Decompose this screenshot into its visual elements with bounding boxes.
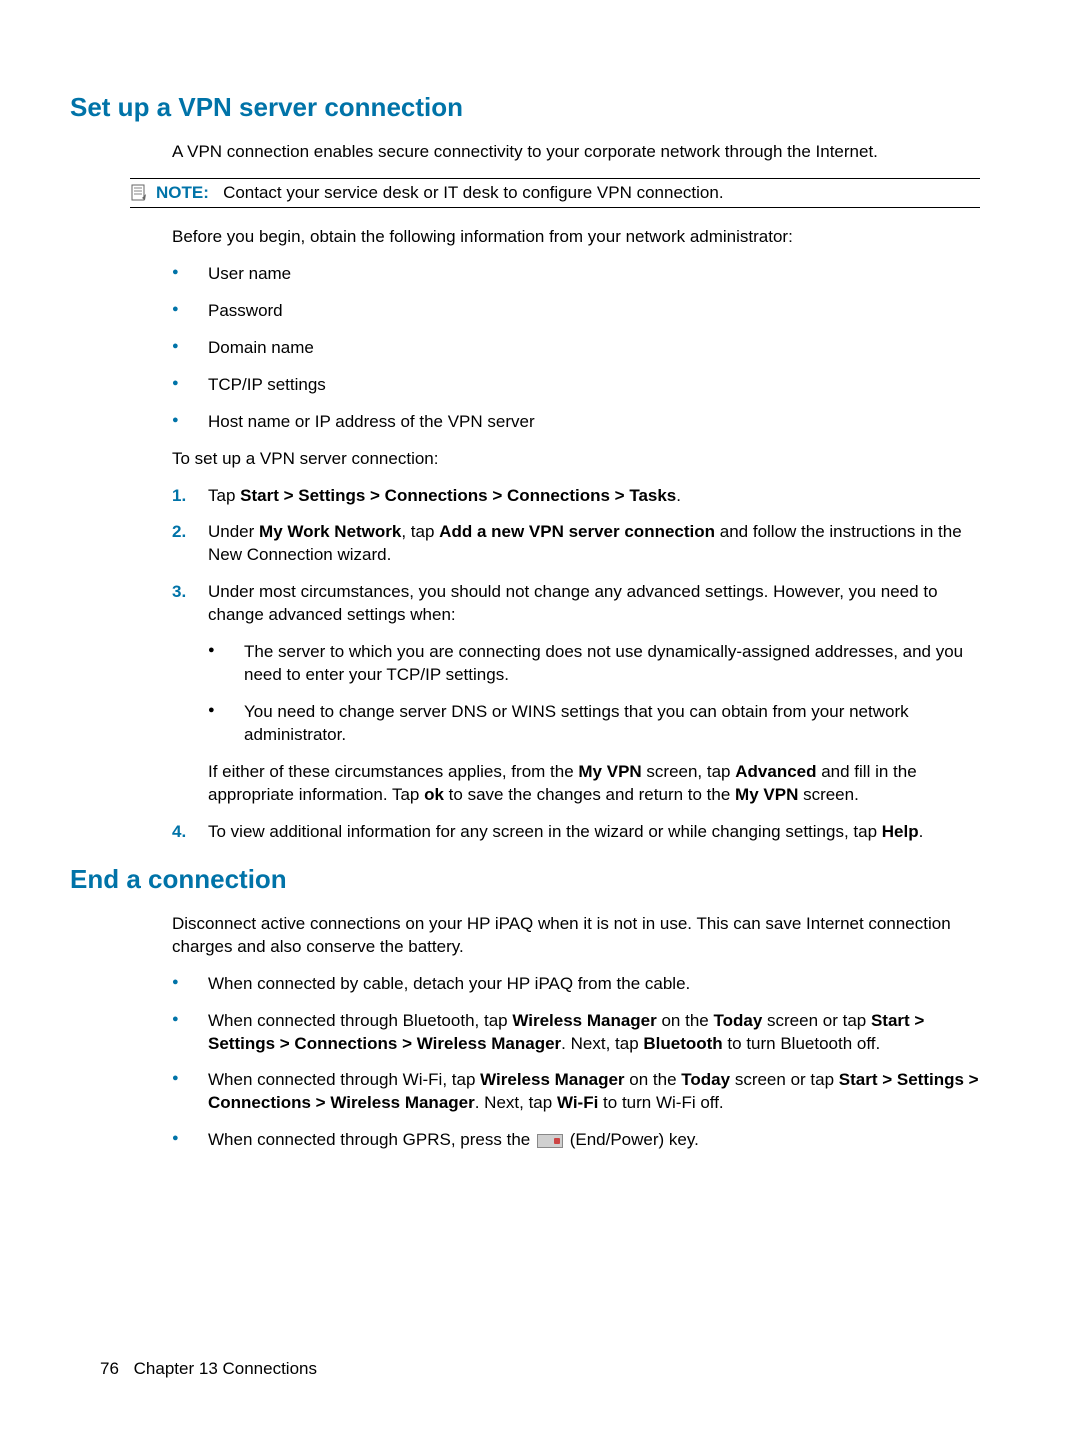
text: on the <box>657 1011 714 1030</box>
list-item: Password <box>172 300 980 323</box>
end-intro-text: Disconnect active connections on your HP… <box>172 913 980 959</box>
to-setup-text: To set up a VPN server connection: <box>172 448 980 471</box>
sub-list: The server to which you are connecting d… <box>208 641 980 747</box>
info-list: User name Password Domain name TCP/IP se… <box>172 263 980 434</box>
bold-text: Wi-Fi <box>557 1093 598 1112</box>
step-1: Tap Start > Settings > Connections > Con… <box>172 485 980 508</box>
bold-text: Today <box>681 1070 730 1089</box>
text: Under most circumstances, you should not… <box>208 582 938 624</box>
heading-vpn-setup: Set up a VPN server connection <box>70 92 980 123</box>
bold-text: Bluetooth <box>643 1034 722 1053</box>
bold-text: Help <box>882 822 919 841</box>
note-icon <box>130 184 148 202</box>
heading-end-connection: End a connection <box>70 864 980 895</box>
list-item: When connected through Wi-Fi, tap Wirele… <box>172 1069 980 1115</box>
bold-text: Today <box>713 1011 762 1030</box>
step-4: To view additional information for any s… <box>172 821 980 844</box>
text: When connected through Bluetooth, tap <box>208 1011 512 1030</box>
note-label: NOTE: <box>156 183 209 202</box>
bold-text: Advanced <box>735 762 816 781</box>
text: . <box>919 822 924 841</box>
bold-text: My VPN <box>578 762 641 781</box>
page-number: 76 <box>100 1359 119 1378</box>
text: screen or tap <box>762 1011 871 1030</box>
text: To view additional information for any s… <box>208 822 882 841</box>
text: screen. <box>798 785 858 804</box>
text: When connected through GPRS, press the <box>208 1130 535 1149</box>
steps-list: Tap Start > Settings > Connections > Con… <box>172 485 980 844</box>
text: (End/Power) key. <box>565 1130 699 1149</box>
list-item: Host name or IP address of the VPN serve… <box>172 411 980 434</box>
note-box: NOTE: Contact your service desk or IT de… <box>130 178 980 208</box>
step-3: Under most circumstances, you should not… <box>172 581 980 807</box>
text: screen, tap <box>642 762 736 781</box>
list-item: Domain name <box>172 337 980 360</box>
list-item: When connected through GPRS, press the (… <box>172 1129 980 1152</box>
list-item: TCP/IP settings <box>172 374 980 397</box>
step-2: Under My Work Network, tap Add a new VPN… <box>172 521 980 567</box>
text: . Next, tap <box>475 1093 557 1112</box>
text: screen or tap <box>730 1070 839 1089</box>
bold-text: Add a new VPN server connection <box>439 522 715 541</box>
end-power-key-icon <box>537 1134 563 1148</box>
text: . Next, tap <box>561 1034 643 1053</box>
bold-text: My Work Network <box>259 522 401 541</box>
text: When connected through Wi-Fi, tap <box>208 1070 480 1089</box>
page-footer: 76 Chapter 13 Connections <box>100 1359 317 1379</box>
note-body: Contact your service desk or IT desk to … <box>223 183 724 202</box>
text: Under <box>208 522 259 541</box>
vpn-intro-text: A VPN connection enables secure connecti… <box>172 141 980 164</box>
text: on the <box>625 1070 682 1089</box>
text: Tap <box>208 486 240 505</box>
text: to turn Wi-Fi off. <box>598 1093 723 1112</box>
bold-text: Wireless Manager <box>480 1070 624 1089</box>
text: to turn Bluetooth off. <box>723 1034 881 1053</box>
chapter-label: Chapter 13 Connections <box>134 1359 317 1378</box>
text: , tap <box>401 522 439 541</box>
bold-text: Start > Settings > Connections > Connect… <box>240 486 676 505</box>
list-item: When connected through Bluetooth, tap Wi… <box>172 1010 980 1056</box>
bold-text: My VPN <box>735 785 798 804</box>
step-3-follow: If either of these circumstances applies… <box>208 761 980 807</box>
bold-text: ok <box>424 785 444 804</box>
bold-text: Wireless Manager <box>512 1011 656 1030</box>
list-item: User name <box>172 263 980 286</box>
end-list: When connected by cable, detach your HP … <box>172 973 980 1153</box>
list-item: You need to change server DNS or WINS se… <box>208 701 980 747</box>
text: . <box>676 486 681 505</box>
text: If either of these circumstances applies… <box>208 762 578 781</box>
list-item: When connected by cable, detach your HP … <box>172 973 980 996</box>
list-item: The server to which you are connecting d… <box>208 641 980 687</box>
before-begin-text: Before you begin, obtain the following i… <box>172 226 980 249</box>
text: to save the changes and return to the <box>444 785 735 804</box>
note-content: NOTE: Contact your service desk or IT de… <box>156 183 724 203</box>
